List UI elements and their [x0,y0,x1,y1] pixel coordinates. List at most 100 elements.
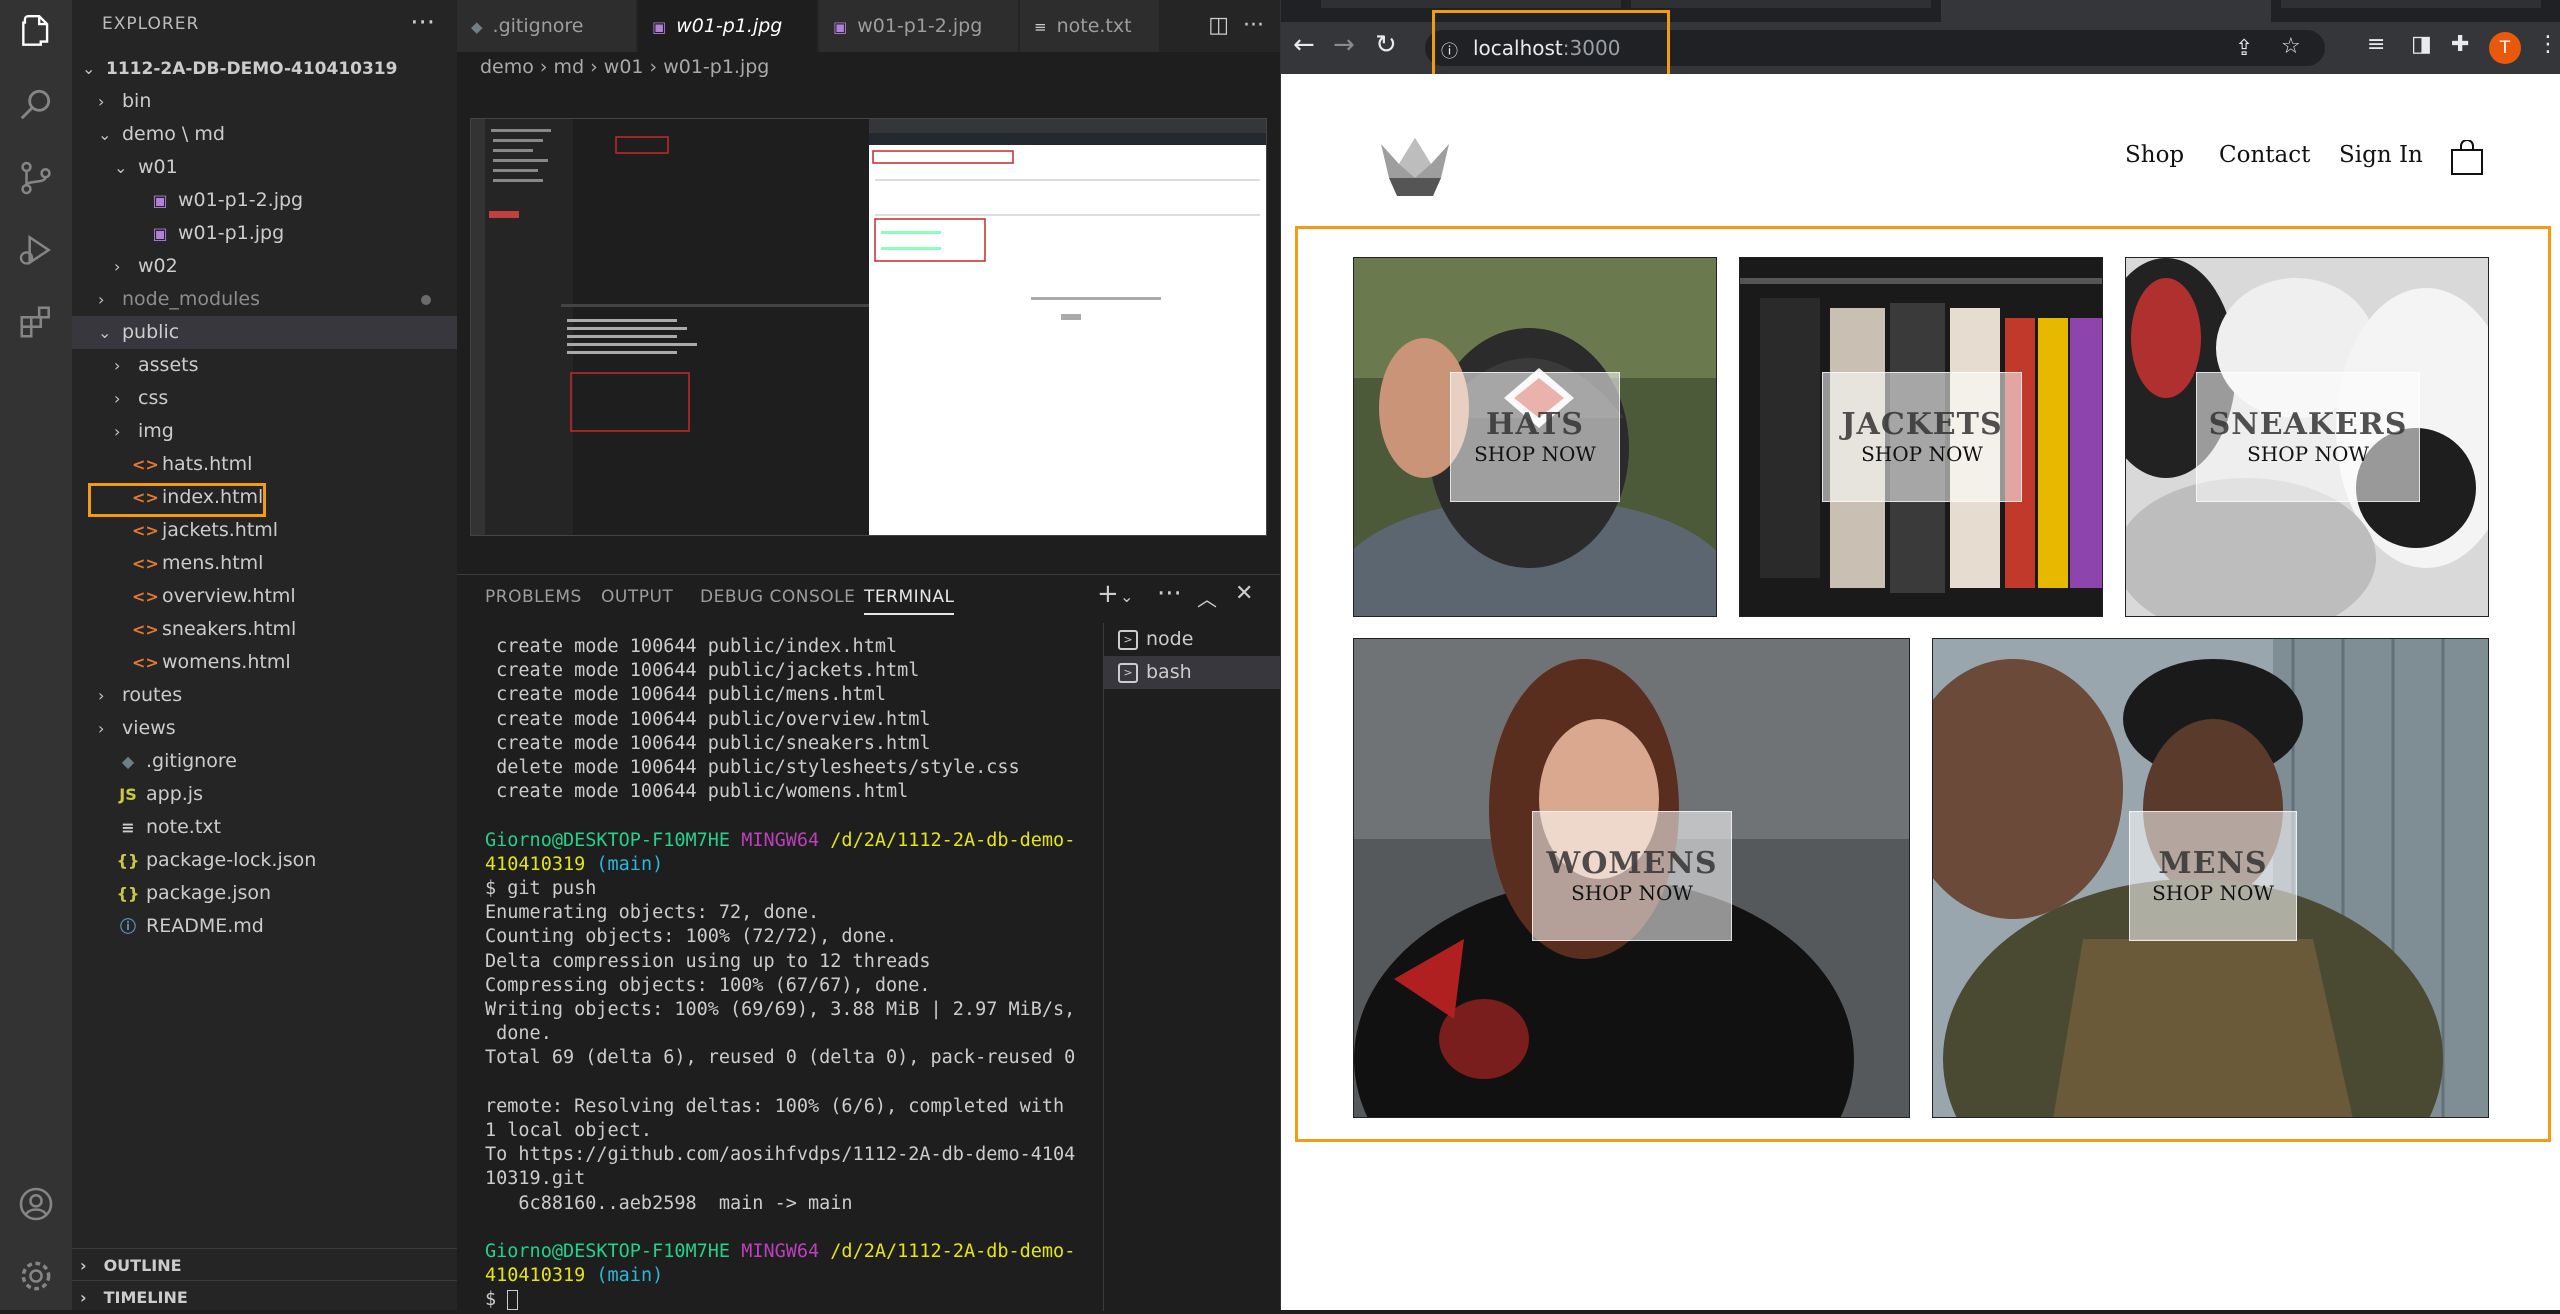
extensions-icon[interactable] [12,298,60,346]
tab-terminal[interactable]: TERMINAL [864,587,955,615]
tree-item[interactable]: › img [72,415,457,448]
file-type-icon: JS [119,785,137,804]
tab-output[interactable]: OUTPUT [601,587,673,607]
close-panel-icon[interactable]: ✕ [1235,581,1253,606]
tab-debug-console[interactable]: DEBUG CONSOLE [700,587,855,607]
tree-item-label: mens.html [162,552,264,574]
tree-item[interactable]: ▣ w01-p1.jpg [72,217,457,250]
sneakers-title: SNEAKERS [2208,407,2408,442]
tree-item[interactable]: <> sneakers.html [72,613,457,646]
extensions-puzzle-icon[interactable]: ✚ [2451,32,2469,57]
tree-item-label: public [122,321,180,343]
file-type-icon: ⓘ [119,917,136,936]
tree-item[interactable]: <> jackets.html [72,514,457,547]
tree-item[interactable]: › routes [72,679,457,712]
chevron-icon: ⌄ [114,158,128,177]
tree-item-label: package.json [146,882,272,904]
terminal-output[interactable]: create mode 100644 public/index.html cre… [485,635,1105,1313]
terminal-bash[interactable]: > bash [1104,656,1280,689]
chevron-icon: › [114,422,121,441]
tree-item[interactable]: ◆ .gitignore [72,745,457,778]
tree-item[interactable]: <> womens.html [72,646,457,679]
tree-item[interactable]: JS app.js [72,778,457,811]
tree-item[interactable]: ⌄ demo \ md [72,118,457,151]
tree-item-label: overview.html [162,585,296,607]
category-card-mens[interactable]: MENS SHOP NOW [1932,638,2489,1118]
nav-contact[interactable]: Contact [2219,142,2310,168]
tree-item[interactable]: › w02 [72,250,457,283]
tree-item[interactable]: <> overview.html [72,580,457,613]
hats-shop-now[interactable]: SHOP NOW [1451,442,1619,466]
back-arrow-icon[interactable]: ← [1293,30,1315,60]
tab-note[interactable]: ≡ note.txt [1020,0,1160,52]
browser-menu-icon[interactable]: ⋮ [2537,32,2559,57]
more-actions-icon[interactable]: ··· [1157,579,1182,609]
reload-icon[interactable]: ↻ [1375,30,1397,60]
hats-title: HATS [1486,407,1584,442]
tree-item-label: img [138,420,174,442]
tree-item[interactable]: <> hats.html [72,448,457,481]
split-editor-icon[interactable]: ◫ [1208,13,1229,38]
bookmark-star-icon[interactable]: ☆ [2281,34,2301,59]
tree-item[interactable]: › bin [72,85,457,118]
new-terminal-icon[interactable]: + [1097,579,1119,609]
explorer-icon[interactable] [12,8,60,56]
hats-overlay: HATS SHOP NOW [1450,372,1620,502]
tree-item[interactable]: › node_modules [72,283,457,316]
tree-item-label: w01 [138,156,178,178]
terminal-dropdown-icon[interactable]: ⌄ [1120,587,1133,606]
crown-logo[interactable] [1377,134,1453,198]
shopping-bag-icon[interactable] [2450,139,2484,176]
account-icon[interactable] [12,1180,60,1228]
tree-item[interactable]: <> mens.html [72,547,457,580]
tree-item[interactable]: ▣ w01-p1-2.jpg [72,184,457,217]
tree-item-label: README.md [146,915,264,937]
tab-w01-p1[interactable]: ▣ w01-p1.jpg [638,0,818,52]
tab-w01-p1-2[interactable]: ▣ w01-p1-2.jpg [819,0,1019,52]
maximize-panel-icon[interactable]: ︿ [1197,583,1217,612]
nav-sign-in[interactable]: Sign In [2339,142,2423,168]
file-type-icon: ▣ [152,224,168,243]
tab-gitignore[interactable]: ◆ .gitignore [457,0,637,52]
settings-gear-icon[interactable] [12,1252,60,1300]
category-card-sneakers[interactable]: SNEAKERS SHOP NOW [2125,257,2489,617]
tree-item[interactable]: ⌄ w01 [72,151,457,184]
timeline-section[interactable]: › TIMELINE [72,1280,457,1313]
tree-item[interactable]: › css [72,382,457,415]
jackets-shop-now[interactable]: SHOP NOW [1823,442,2021,466]
category-card-hats[interactable]: HATS SHOP NOW [1353,257,1717,617]
image-preview [470,118,1267,536]
search-icon[interactable] [12,80,60,128]
source-control-icon[interactable] [12,154,60,202]
terminal-cursor [507,1290,519,1311]
image-file-icon: ▣ [833,18,848,36]
more-actions-icon[interactable]: ··· [1243,13,1264,38]
terminal-node[interactable]: > node [1104,623,1280,656]
tree-item[interactable]: ⌄ public [72,316,457,349]
run-debug-icon[interactable] [12,226,60,274]
tree-item[interactable]: ⓘ README.md [72,910,457,943]
profile-avatar[interactable]: T [2489,32,2521,64]
share-icon[interactable]: ⇪ [2235,36,2253,61]
tree-item[interactable]: ⌄ 1112-2A-DB-DEMO-410410319 [72,52,457,85]
side-panel-icon[interactable]: ◨ [2411,32,2432,57]
tree-item[interactable]: {} package.json [72,877,457,910]
category-card-jackets[interactable]: JACKETS SHOP NOW [1739,257,2103,617]
nav-shop[interactable]: Shop [2125,142,2184,168]
tree-item[interactable]: › views [72,712,457,745]
tree-item-label: views [122,717,176,739]
mens-shop-now[interactable]: SHOP NOW [2130,881,2296,905]
file-type-icon: {} [116,884,140,903]
tab-problems[interactable]: PROBLEMS [485,587,582,607]
explorer-more-button[interactable]: ··· [410,8,435,38]
tree-item[interactable]: › assets [72,349,457,382]
media-queue-icon[interactable]: ≡ [2367,32,2385,57]
tree-item[interactable]: ≡ note.txt [72,811,457,844]
sneakers-shop-now[interactable]: SHOP NOW [2197,442,2419,466]
file-type-icon: <> [132,455,159,474]
category-card-womens[interactable]: WOMENS SHOP NOW [1353,638,1910,1118]
womens-shop-now[interactable]: SHOP NOW [1533,881,1731,905]
outline-section[interactable]: › OUTLINE [72,1248,457,1281]
forward-arrow-icon[interactable]: → [1333,30,1355,60]
tree-item[interactable]: {} package-lock.json [72,844,457,877]
